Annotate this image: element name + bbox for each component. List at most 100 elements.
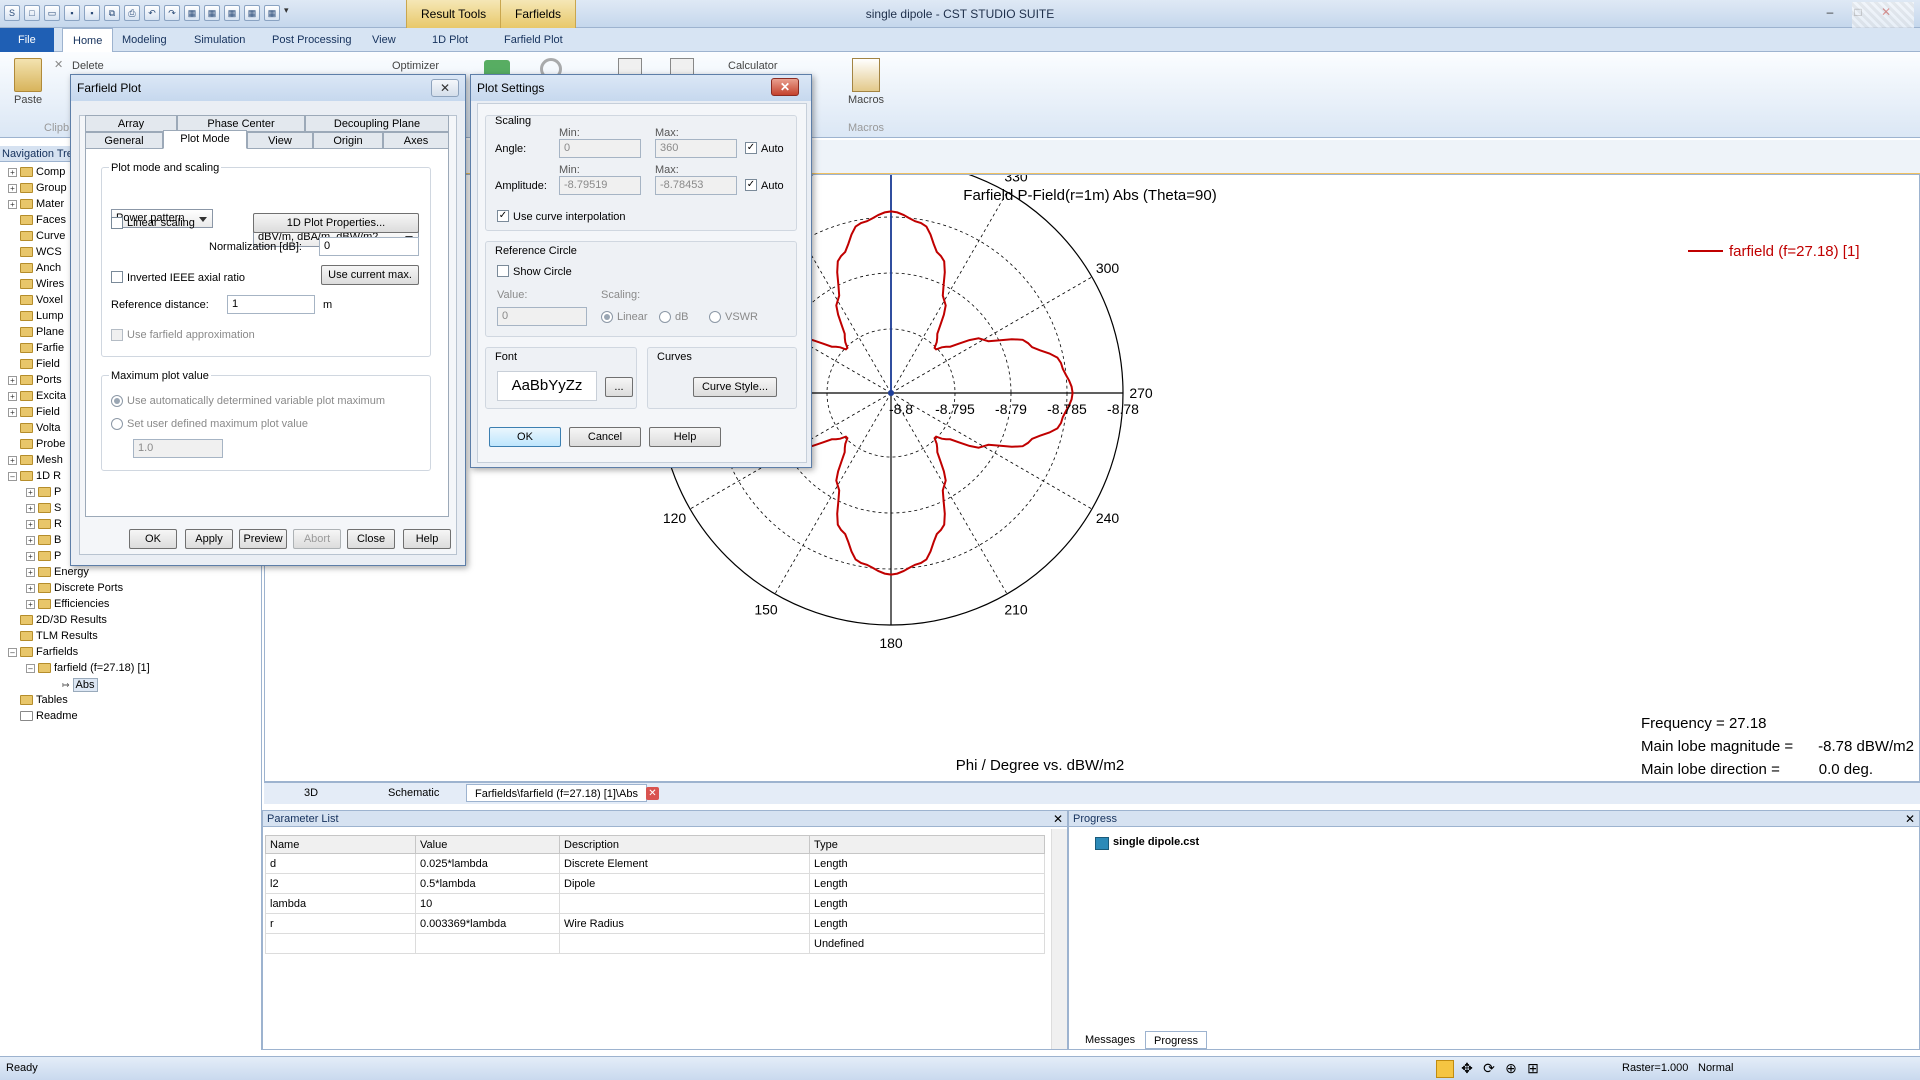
help-button[interactable]: Help bbox=[649, 427, 721, 447]
tree-item-field[interactable]: Field bbox=[36, 358, 60, 370]
ok-button[interactable]: OK bbox=[129, 529, 177, 549]
close-tab-icon[interactable]: ✕ bbox=[646, 787, 659, 800]
cell-name[interactable] bbox=[265, 933, 416, 954]
curve-interpolation-checkbox[interactable]: ✓ bbox=[497, 210, 509, 222]
tree-item-field-sources[interactable]: Field bbox=[36, 406, 60, 418]
expand-icon[interactable]: + bbox=[26, 535, 35, 545]
column-header-description[interactable]: Description bbox=[559, 835, 810, 854]
tab-messages[interactable]: Messages bbox=[1077, 1031, 1143, 1049]
tree-item-ports[interactable]: Ports bbox=[36, 374, 62, 386]
view4-icon[interactable]: ▦ bbox=[244, 5, 260, 21]
tree-item-probes[interactable]: Probe bbox=[36, 438, 65, 450]
expand-icon[interactable]: + bbox=[8, 375, 17, 385]
tree-item-excitation[interactable]: Excita bbox=[36, 390, 66, 402]
cell-name[interactable]: lambda bbox=[265, 893, 416, 914]
minimize-button[interactable]: – bbox=[1816, 2, 1844, 22]
tree-item-materials[interactable]: Mater bbox=[36, 198, 64, 210]
open-icon[interactable]: ▭ bbox=[44, 5, 60, 21]
collapse-icon[interactable]: – bbox=[26, 663, 35, 673]
tree-item-groups[interactable]: Group bbox=[36, 182, 67, 194]
cell-value[interactable]: 0.003369*lambda bbox=[415, 913, 560, 934]
cell-value[interactable]: 10 bbox=[415, 893, 560, 914]
cell-description[interactable] bbox=[559, 933, 810, 954]
close-panel-icon[interactable]: ✕ bbox=[1053, 811, 1063, 827]
amplitude-min-input[interactable]: -8.79519 bbox=[559, 176, 641, 195]
angle-min-input[interactable]: 0 bbox=[559, 139, 641, 158]
column-header-type[interactable]: Type bbox=[809, 835, 1045, 854]
expand-icon[interactable]: + bbox=[26, 503, 35, 513]
column-header-name[interactable]: Name bbox=[265, 835, 416, 854]
undo-icon[interactable]: ↶ bbox=[144, 5, 160, 21]
save-as-icon[interactable]: ▪ bbox=[84, 5, 100, 21]
tab-3d[interactable]: 3D bbox=[296, 784, 326, 802]
cell-description[interactable]: Dipole bbox=[559, 873, 810, 894]
tree-item-tables[interactable]: Tables bbox=[36, 694, 68, 706]
expand-icon[interactable]: + bbox=[26, 583, 35, 593]
tab-file[interactable]: File bbox=[0, 28, 54, 52]
cell-description[interactable] bbox=[559, 893, 810, 914]
view-icon[interactable]: ▦ bbox=[184, 5, 200, 21]
collapse-icon[interactable]: – bbox=[8, 471, 17, 481]
tree-item-anchor[interactable]: Anch bbox=[36, 262, 61, 274]
reference-value-input[interactable]: 0 bbox=[497, 307, 587, 326]
view2-icon[interactable]: ▦ bbox=[204, 5, 220, 21]
tree-item-p2[interactable]: P bbox=[54, 550, 61, 562]
tab-1d-plot[interactable]: 1D Plot bbox=[422, 28, 478, 52]
tree-item-s[interactable]: S bbox=[54, 502, 61, 514]
app-icon[interactable]: S bbox=[4, 5, 20, 21]
dialog-close-button[interactable]: ✕ bbox=[771, 78, 799, 96]
tree-item-farfield-result[interactable]: farfield (f=27.18) [1] bbox=[54, 662, 150, 674]
tree-item-wcs[interactable]: WCS bbox=[36, 246, 62, 258]
qat-dropdown-icon[interactable]: ▾ bbox=[284, 5, 294, 21]
scaling-vswr-radio[interactable] bbox=[709, 311, 721, 323]
expand-icon[interactable]: + bbox=[8, 407, 17, 417]
tab-view[interactable]: View bbox=[247, 132, 313, 149]
cell-value[interactable]: 0.025*lambda bbox=[415, 853, 560, 874]
cell-value[interactable]: 0.5*lambda bbox=[415, 873, 560, 894]
tab-farfield-abs[interactable]: Farfields\farfield (f=27.18) [1]\Abs bbox=[466, 784, 647, 802]
tree-item-voxel[interactable]: Voxel bbox=[36, 294, 63, 306]
expand-icon[interactable]: + bbox=[26, 567, 35, 577]
macros-icon[interactable] bbox=[852, 58, 880, 92]
cell-value[interactable] bbox=[415, 933, 560, 954]
save-icon[interactable]: ▪ bbox=[64, 5, 80, 21]
collapse-icon[interactable]: – bbox=[8, 647, 17, 657]
tab-home[interactable]: Home bbox=[62, 28, 114, 52]
normalization-input[interactable]: 0 bbox=[319, 237, 419, 256]
amplitude-auto-checkbox[interactable]: ✓ bbox=[745, 179, 757, 191]
tree-item-efficiencies[interactable]: Efficiencies bbox=[54, 598, 109, 610]
tree-item-components[interactable]: Comp bbox=[36, 166, 65, 178]
expand-icon[interactable]: + bbox=[8, 455, 17, 465]
tab-view[interactable]: View bbox=[362, 28, 406, 52]
ok-button[interactable]: OK bbox=[489, 427, 561, 447]
tree-item-plane[interactable]: Plane bbox=[36, 326, 64, 338]
zoom-in-icon[interactable]: ⊕ bbox=[1502, 1060, 1520, 1078]
tree-item-voltage[interactable]: Volta bbox=[36, 422, 60, 434]
tab-decoupling-plane[interactable]: Decoupling Plane bbox=[305, 115, 449, 132]
help-button[interactable]: Help bbox=[403, 529, 451, 549]
expand-icon[interactable]: + bbox=[26, 519, 35, 529]
tab-simulation[interactable]: Simulation bbox=[184, 28, 255, 52]
table-row[interactable]: r 0.003369*lambda Wire Radius Length bbox=[265, 913, 1045, 934]
tree-item-wires[interactable]: Wires bbox=[36, 278, 64, 290]
tree-item-faces[interactable]: Faces bbox=[36, 214, 66, 226]
tree-item-p[interactable]: P bbox=[54, 486, 61, 498]
delete-button[interactable]: Delete bbox=[72, 60, 104, 72]
tree-item-readme[interactable]: Readme bbox=[36, 710, 78, 722]
tree-item-discrete-ports[interactable]: Discrete Ports bbox=[54, 582, 123, 594]
view5-icon[interactable]: ▦ bbox=[264, 5, 280, 21]
font-picker-button[interactable]: ... bbox=[605, 377, 633, 397]
tab-schematic[interactable]: Schematic bbox=[380, 784, 447, 802]
expand-icon[interactable]: + bbox=[8, 183, 17, 193]
show-circle-checkbox[interactable] bbox=[497, 265, 509, 277]
cancel-button[interactable]: Cancel bbox=[569, 427, 641, 447]
paste-icon[interactable] bbox=[14, 58, 42, 92]
table-row[interactable]: lambda 10 Length bbox=[265, 893, 1045, 914]
table-row[interactable]: Undefined bbox=[265, 933, 1045, 954]
tab-plot-mode[interactable]: Plot Mode bbox=[163, 130, 247, 149]
tree-item-curves[interactable]: Curve bbox=[36, 230, 65, 242]
expand-icon[interactable]: + bbox=[8, 199, 17, 209]
context-tab-farfields[interactable]: Farfields bbox=[500, 0, 577, 28]
close-button[interactable]: Close bbox=[347, 529, 395, 549]
paste-button-label[interactable]: Paste bbox=[14, 94, 42, 106]
